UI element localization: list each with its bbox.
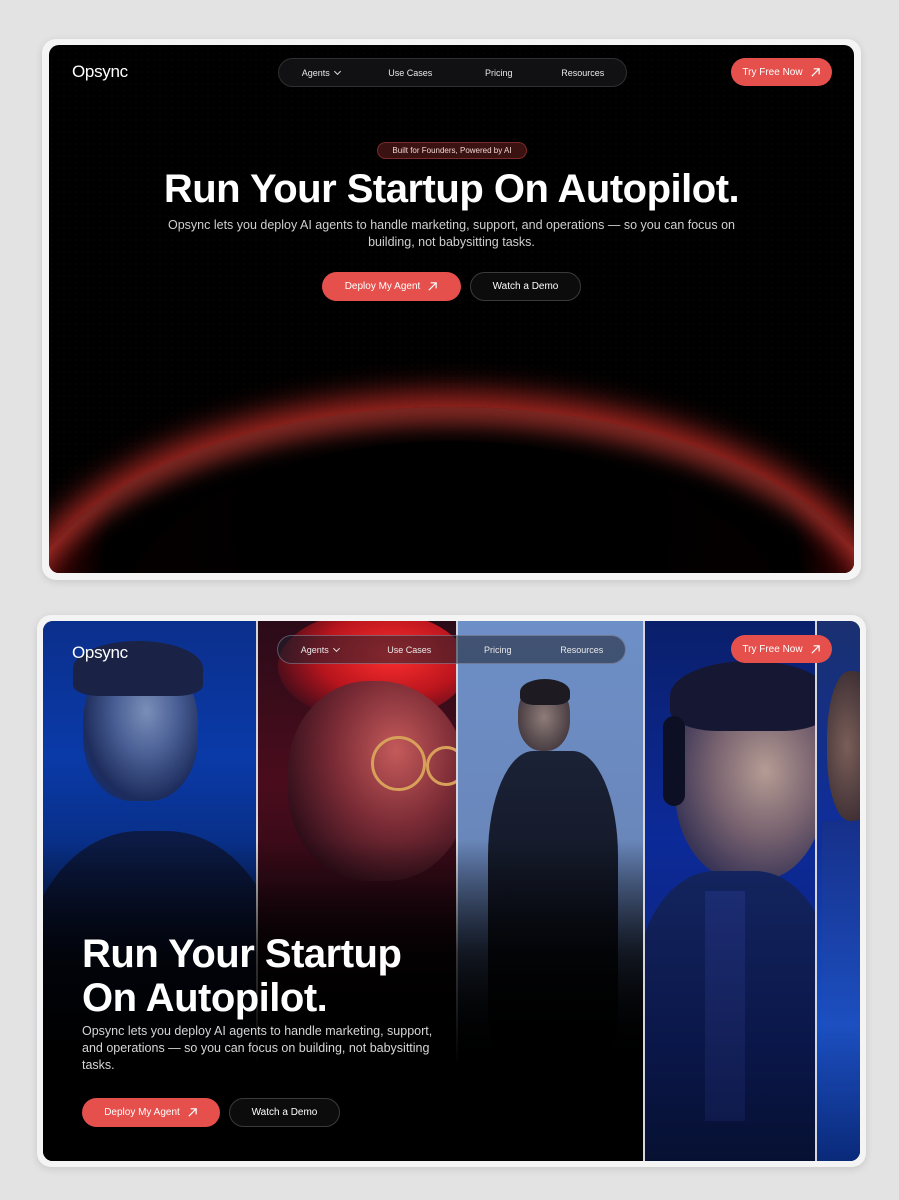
chevron-down-icon xyxy=(333,67,341,75)
arrow-up-right-icon xyxy=(811,644,820,654)
main-nav: Agents Use Cases Pricing Resources xyxy=(278,58,627,87)
brand-logo[interactable]: Opsync xyxy=(72,62,128,82)
watch-demo-button[interactable]: Watch a Demo xyxy=(470,272,581,301)
person-hair xyxy=(520,679,570,705)
nav-item-label: Agents xyxy=(301,67,330,78)
nav-item-label: Agents xyxy=(300,644,329,655)
arrow-up-right-icon xyxy=(428,282,438,291)
try-free-button[interactable]: Try Free Now xyxy=(731,58,832,86)
screen-glow: Opsync Agents Use Cases Pricing Resource… xyxy=(49,45,854,573)
landing-variant-photos: Opsync Agents Use Cases Pricing Resource… xyxy=(37,615,866,1167)
hero-title: Run Your Startup On Autopilot. xyxy=(82,932,502,1020)
photo-panel-5 xyxy=(817,621,860,1161)
nav-item-resources[interactable]: Resources xyxy=(539,636,626,663)
deploy-agent-label: Deploy My Agent xyxy=(344,281,421,292)
person-suit xyxy=(822,821,860,1161)
hero-title-line-2: On Autopilot. xyxy=(82,976,328,1020)
hero-badge: Built for Founders, Powered by AI xyxy=(377,142,527,159)
nav-item-agents[interactable]: Agents xyxy=(279,59,363,86)
nav-item-pricing[interactable]: Pricing xyxy=(458,59,540,86)
headset-icon xyxy=(663,716,685,806)
main-nav: Agents Use Cases Pricing Resources xyxy=(277,635,626,664)
nav-item-agents[interactable]: Agents xyxy=(278,636,362,663)
chevron-down-icon xyxy=(332,644,340,652)
arrow-up-right-icon xyxy=(188,1108,197,1117)
watch-demo-button[interactable]: Watch a Demo xyxy=(229,1098,340,1127)
deploy-agent-button[interactable]: Deploy My Agent xyxy=(322,272,461,301)
hero-title: Run Your Startup On Autopilot. xyxy=(163,167,740,211)
person-hair xyxy=(670,661,815,731)
nav-item-resources[interactable]: Resources xyxy=(540,59,627,86)
deploy-agent-label: Deploy My Agent xyxy=(104,1107,180,1118)
nav-item-use-cases[interactable]: Use Cases xyxy=(363,59,458,86)
photo-panel-4 xyxy=(645,621,815,1161)
try-free-label: Try Free Now xyxy=(742,643,803,655)
screen-photos: Opsync Agents Use Cases Pricing Resource… xyxy=(43,621,860,1161)
nav-item-pricing[interactable]: Pricing xyxy=(457,636,539,663)
hero-subtitle: Opsync lets you deploy AI agents to hand… xyxy=(82,1024,433,1072)
arrow-up-right-icon xyxy=(811,67,820,77)
glasses-lens xyxy=(371,736,426,791)
person-face xyxy=(827,671,860,821)
hero-subtitle: Opsync lets you deploy AI agents to hand… xyxy=(167,218,735,249)
brand-logo[interactable]: Opsync xyxy=(72,643,128,663)
nav-item-use-cases[interactable]: Use Cases xyxy=(362,636,457,663)
try-free-label: Try Free Now xyxy=(742,66,803,78)
try-free-button[interactable]: Try Free Now xyxy=(731,635,832,663)
person-tie xyxy=(705,891,745,1121)
landing-variant-glow: Opsync Agents Use Cases Pricing Resource… xyxy=(42,39,861,580)
hero-title-line-1: Run Your Startup xyxy=(82,932,402,976)
deploy-agent-button[interactable]: Deploy My Agent xyxy=(82,1098,220,1127)
